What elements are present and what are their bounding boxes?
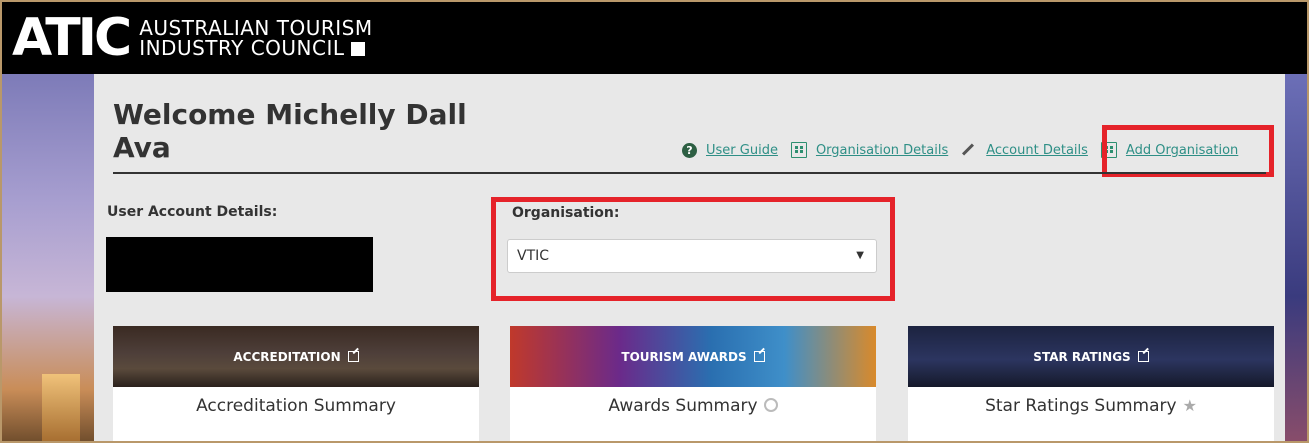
welcome-line-1: Welcome Michelly Dall	[113, 98, 467, 131]
highlight-box-add-organisation	[1102, 125, 1274, 177]
atic-logo[interactable]: ATIC AUSTRALIAN TOURISM INDUSTRY COUNCIL	[12, 8, 373, 68]
page-title: Welcome Michelly Dall Ava	[113, 98, 467, 164]
star-ratings-card: STAR RATINGS Star Ratings Summary ★	[908, 326, 1274, 441]
pencil-icon	[961, 142, 977, 158]
award-ribbon-icon	[763, 398, 778, 412]
logo-text: AUSTRALIAN TOURISM INDUSTRY COUNCIL	[139, 18, 372, 58]
logo-mark: ATIC	[12, 8, 132, 68]
tourism-awards-card-header[interactable]: TOURISM AWARDS	[510, 326, 876, 387]
welcome-line-2: Ava	[113, 131, 171, 164]
account-details-link[interactable]: Account Details	[986, 143, 1088, 158]
star-ratings-header-label: STAR RATINGS	[1033, 349, 1131, 364]
accreditation-summary-title: Accreditation Summary	[196, 396, 396, 416]
organisation-details-link[interactable]: Organisation Details	[816, 143, 948, 158]
redacted-account-details	[106, 237, 373, 292]
main-panel: Welcome Michelly Dall Ava ? User Guide O…	[94, 74, 1285, 441]
external-link-icon	[753, 351, 765, 362]
star-ratings-summary-title: Star Ratings Summary	[985, 396, 1177, 416]
star-ratings-summary-heading: Star Ratings Summary ★	[908, 396, 1274, 416]
building-icon	[790, 142, 807, 158]
awards-summary-title: Awards Summary	[608, 396, 758, 416]
top-header-bar: ATIC AUSTRALIAN TOURISM INDUSTRY COUNCIL	[2, 2, 1307, 74]
star-ratings-card-header[interactable]: STAR RATINGS	[908, 326, 1274, 387]
caret-down-icon: ▼	[856, 250, 864, 261]
background-image-left	[2, 74, 94, 441]
user-account-details-label: User Account Details:	[107, 204, 278, 220]
organisation-select[interactable]: VTIC ▼	[507, 239, 877, 273]
header-divider	[113, 172, 1266, 174]
awards-card: TOURISM AWARDS Awards Summary	[510, 326, 876, 441]
tourism-awards-header-label: TOURISM AWARDS	[621, 349, 747, 364]
organisation-label: Organisation:	[512, 205, 620, 221]
accreditation-header-label: ACCREDITATION	[233, 349, 341, 364]
star-icon: ★	[1182, 396, 1197, 415]
building-silhouette	[42, 374, 80, 441]
external-link-icon	[347, 351, 359, 362]
accreditation-card-header[interactable]: ACCREDITATION	[113, 326, 479, 387]
accreditation-card: ACCREDITATION Accreditation Summary	[113, 326, 479, 441]
external-link-icon	[1137, 351, 1149, 362]
awards-summary-heading: Awards Summary	[510, 396, 876, 416]
user-guide-link[interactable]: User Guide	[706, 143, 778, 158]
organisation-selected-value: VTIC	[517, 248, 550, 264]
background-image-right	[1285, 74, 1307, 441]
question-circle-icon: ?	[682, 142, 697, 158]
logo-square-icon	[350, 42, 365, 56]
logo-line-2: INDUSTRY COUNCIL	[139, 36, 345, 60]
app-frame: ATIC AUSTRALIAN TOURISM INDUSTRY COUNCIL…	[0, 0, 1309, 443]
